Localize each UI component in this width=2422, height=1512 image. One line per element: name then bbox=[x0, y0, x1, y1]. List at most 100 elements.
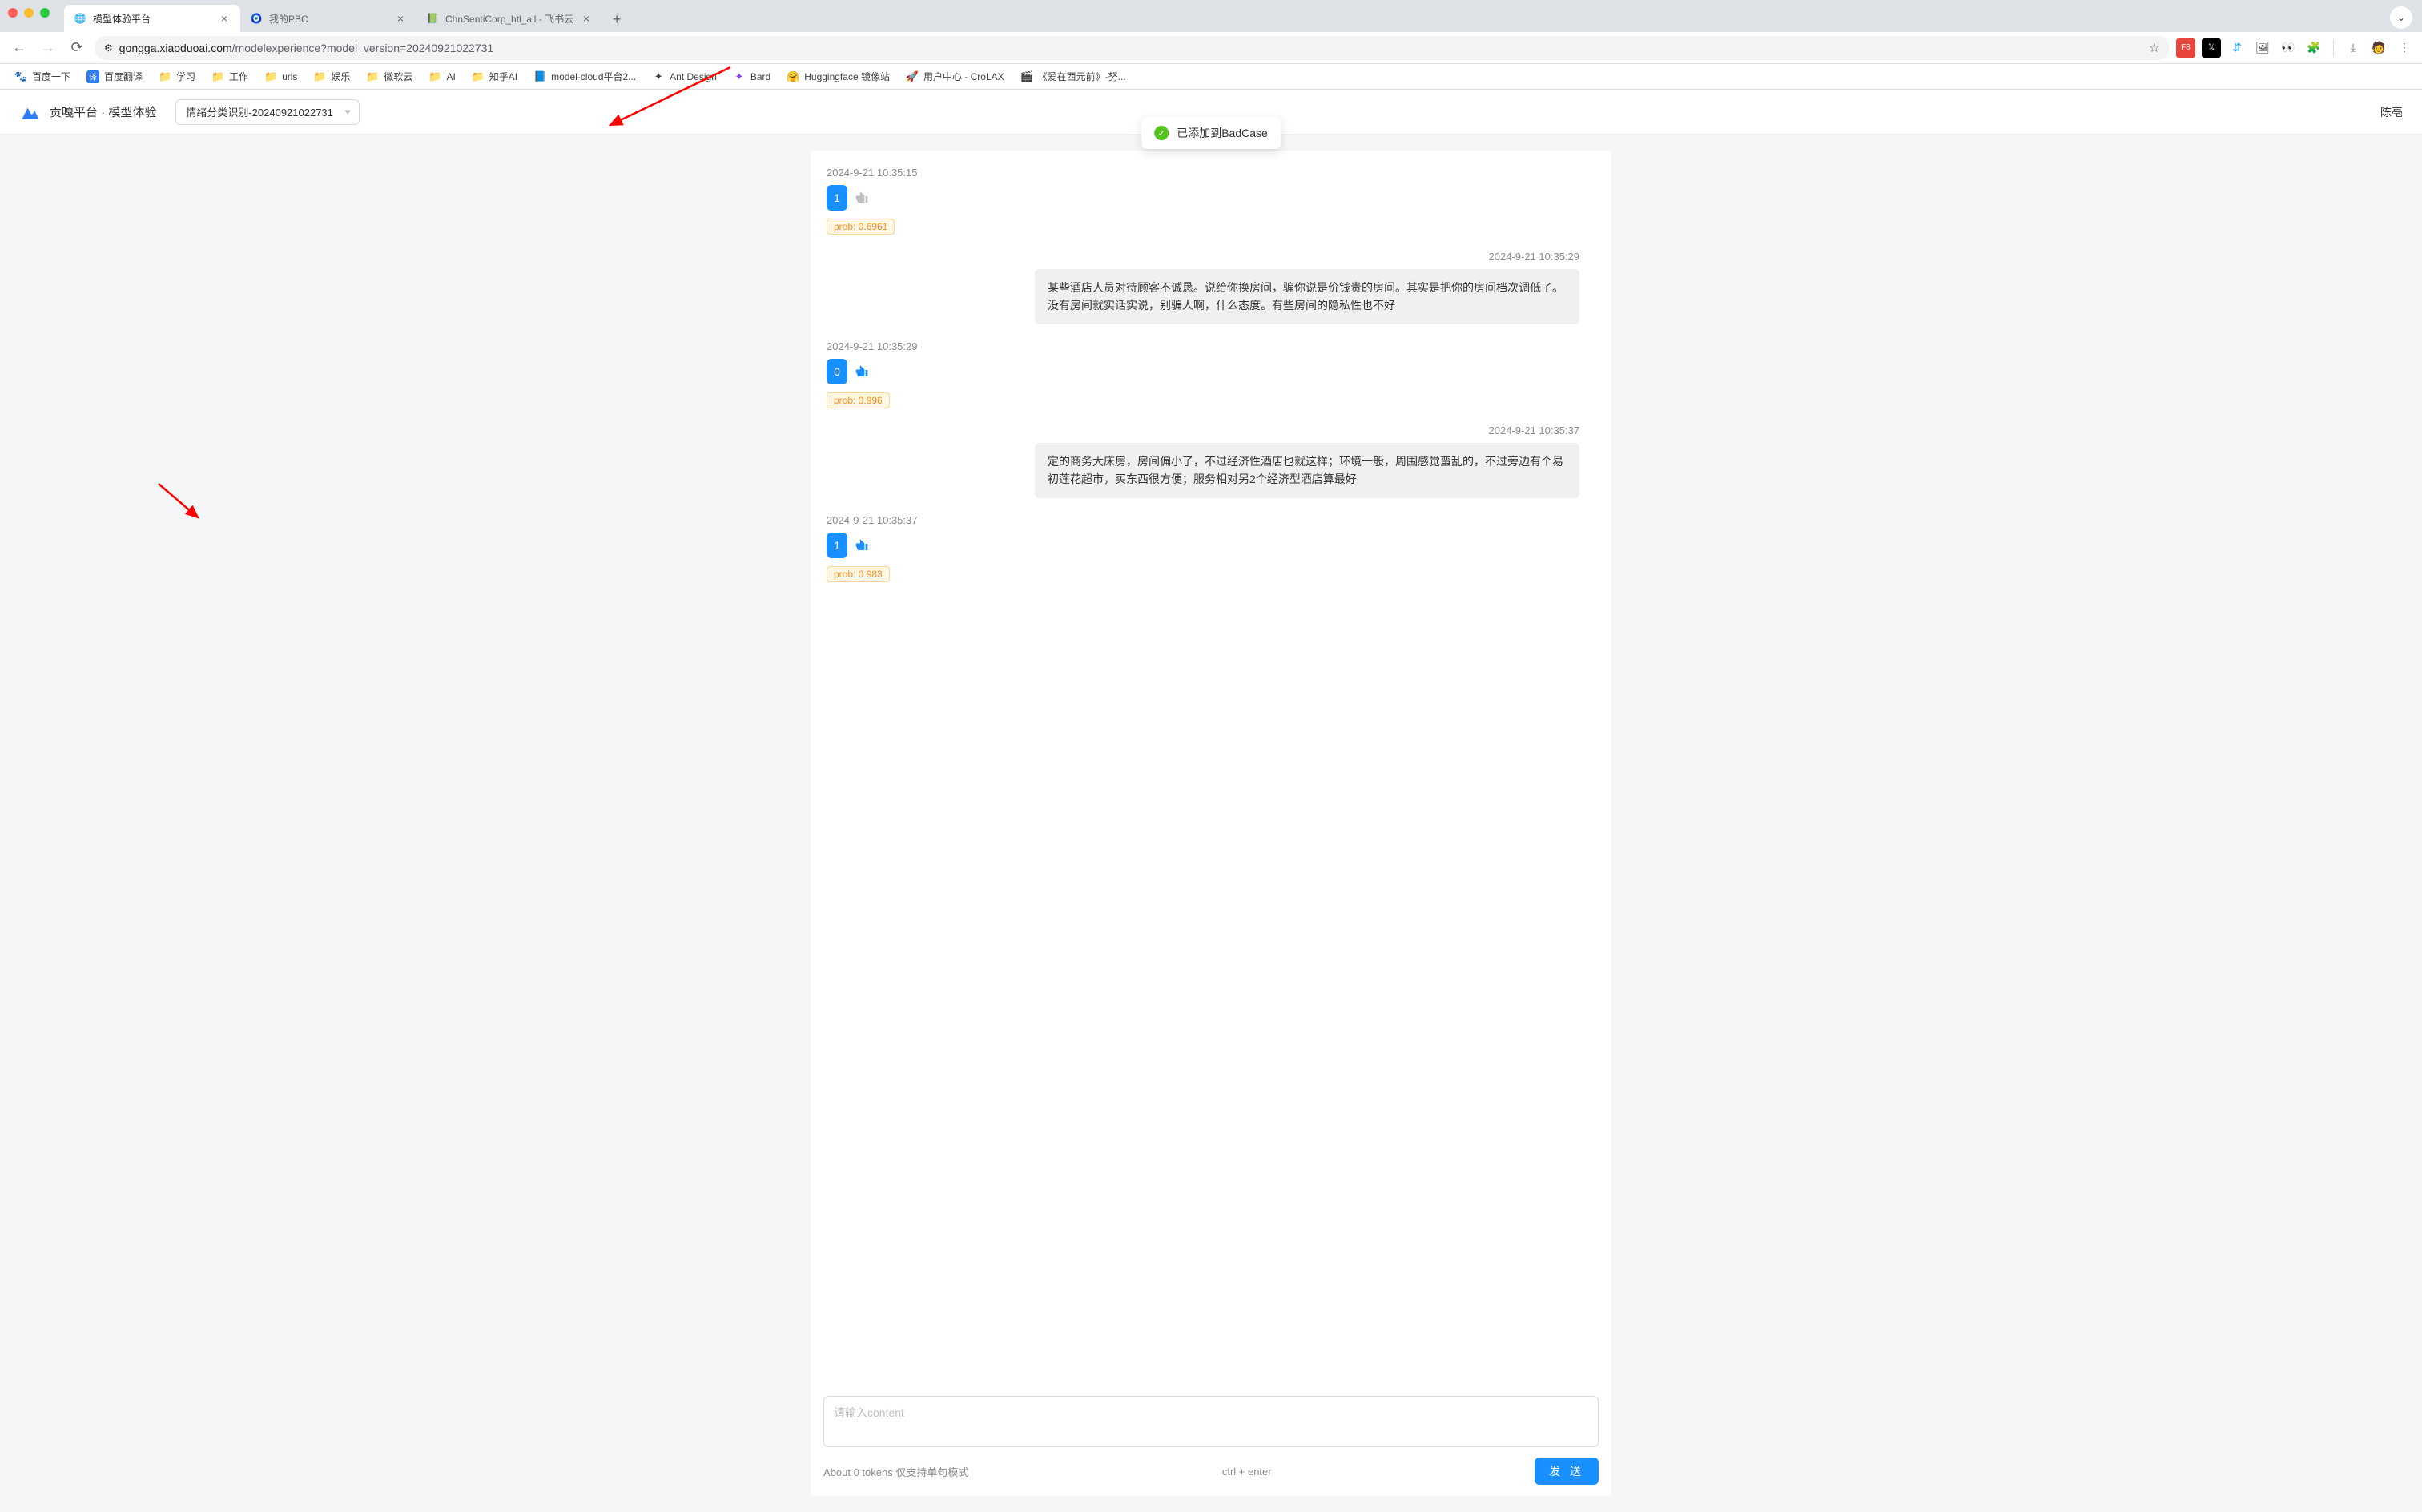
favicon-icon: 📗 bbox=[426, 12, 439, 25]
extension-icon[interactable]: ⇵ bbox=[2227, 38, 2247, 58]
result-message: 2024-9-21 10:35:290prob: 0.996 bbox=[827, 340, 1579, 408]
bookmark-item[interactable]: 📁 urls bbox=[258, 67, 304, 86]
star-icon[interactable]: ☆ bbox=[2149, 40, 2160, 56]
address-bar-row: ← → ⟳ ⚙ gongga.xiaoduoai.com/modelexperi… bbox=[0, 32, 2422, 64]
bookmark-icon: 📘 bbox=[533, 70, 546, 83]
bookmark-label: 知乎AI bbox=[489, 70, 517, 83]
bookmark-label: 娱乐 bbox=[331, 70, 350, 83]
chat-scroll[interactable]: 2024-9-21 10:35:151prob: 0.69612024-9-21… bbox=[811, 151, 1611, 1388]
tab-close-icon[interactable]: × bbox=[218, 12, 231, 25]
result-row: 0 bbox=[827, 359, 1579, 384]
message-timestamp: 2024-9-21 10:35:15 bbox=[827, 167, 1579, 179]
token-hint: About 0 tokens 仅支持单句模式 bbox=[823, 1464, 968, 1479]
browser-tab-1[interactable]: 🧿 我的PBC × bbox=[240, 5, 416, 32]
result-message: 2024-9-21 10:35:151prob: 0.6961 bbox=[827, 167, 1579, 235]
bookmark-icon: 🎬 bbox=[1020, 70, 1033, 83]
chrome-menu-icon[interactable]: ⋮ bbox=[2395, 38, 2414, 58]
chat-container: 2024-9-21 10:35:151prob: 0.69612024-9-21… bbox=[811, 151, 1611, 1496]
bookmark-item[interactable]: 🎬 《爱在西元前》-努... bbox=[1014, 66, 1133, 86]
bookmark-label: urls bbox=[282, 71, 297, 82]
thumbs-down-icon[interactable] bbox=[855, 365, 868, 378]
result-value-badge: 1 bbox=[827, 185, 847, 211]
message-timestamp: 2024-9-21 10:35:37 bbox=[827, 424, 1579, 436]
probability-tag: prob: 0.996 bbox=[827, 392, 890, 408]
result-value-badge: 1 bbox=[827, 533, 847, 558]
model-select-dropdown[interactable]: 情绪分类识别-20240921022731 bbox=[175, 99, 360, 125]
bookmark-label: 百度翻译 bbox=[104, 70, 143, 83]
thumbs-down-icon[interactable] bbox=[855, 539, 868, 552]
send-button[interactable]: 发 送 bbox=[1535, 1458, 1599, 1485]
bookmark-icon: 🐾 bbox=[14, 70, 27, 83]
new-tab-button[interactable]: + bbox=[606, 8, 628, 30]
bookmark-item[interactable]: 译百度翻译 bbox=[80, 66, 149, 86]
bookmark-label: 《爱在西元前》-努... bbox=[1038, 70, 1126, 83]
tab-close-icon[interactable]: × bbox=[580, 12, 593, 25]
result-message: 2024-9-21 10:35:37 1 prob: 0.983 bbox=[827, 514, 1579, 582]
nav-back-button[interactable]: ← bbox=[8, 37, 30, 59]
nav-forward-button[interactable]: → bbox=[37, 37, 59, 59]
input-area: About 0 tokens 仅支持单句模式 ctrl + enter 发 送 bbox=[811, 1388, 1611, 1496]
bookmark-item[interactable]: 📁微软云 bbox=[360, 66, 419, 86]
window-minimize-button[interactable] bbox=[24, 8, 34, 18]
toast-notification: ✓ 已添加到BadCase bbox=[1141, 117, 1281, 149]
bookmark-label: 微软云 bbox=[384, 70, 412, 83]
extensions-menu-icon[interactable]: 🧩 bbox=[2304, 38, 2323, 58]
thumbs-down-icon[interactable] bbox=[855, 191, 868, 204]
bookmark-item[interactable]: 🚀用户中心 - CroLAX bbox=[899, 66, 1011, 86]
tab-title: 我的PBC bbox=[269, 12, 388, 26]
site-settings-icon[interactable]: ⚙ bbox=[104, 42, 113, 54]
user-bubble: 定的商务大床房，房间偏小了，不过经济性酒店也就这样；环境一般，周围感觉蛮乱的，不… bbox=[1035, 443, 1579, 498]
bookmark-icon: 📁 bbox=[472, 70, 485, 83]
favicon-icon: 🧿 bbox=[250, 12, 263, 25]
shortcut-hint: ctrl + enter bbox=[1222, 1466, 1272, 1478]
message-timestamp: 2024-9-21 10:35:37 bbox=[827, 514, 1579, 526]
bookmark-item[interactable]: 📁娱乐 bbox=[307, 66, 356, 86]
toast-text: 已添加到BadCase bbox=[1177, 125, 1268, 141]
extension-icon[interactable]: F8 bbox=[2176, 38, 2195, 58]
window-close-button[interactable] bbox=[8, 8, 18, 18]
bookmark-label: Huggingface 镜像站 bbox=[804, 70, 890, 83]
bookmark-icon: 📁 bbox=[264, 70, 277, 83]
annotation-arrow-2 bbox=[154, 479, 210, 527]
extension-icon[interactable]: 🖼 bbox=[2253, 38, 2272, 58]
annotation-arrow-1 bbox=[602, 62, 738, 135]
window-controls bbox=[8, 8, 50, 18]
tab-title: ChnSentiCorp_htl_all - 飞书云 bbox=[445, 12, 573, 26]
bookmark-icon: 📁 bbox=[211, 70, 224, 83]
tab-overflow-button[interactable]: ⌄ bbox=[2390, 6, 2412, 29]
bookmark-icon: 译 bbox=[86, 70, 99, 83]
bookmark-icon: 📁 bbox=[159, 70, 171, 83]
extension-icon[interactable]: 👀 bbox=[2279, 38, 2298, 58]
bookmark-icon: 🚀 bbox=[906, 70, 919, 83]
result-row: 1 bbox=[827, 185, 1579, 211]
bookmark-label: 百度一下 bbox=[32, 70, 70, 83]
browser-tab-0[interactable]: 🌐 模型体验平台 × bbox=[64, 5, 240, 32]
message-timestamp: 2024-9-21 10:35:29 bbox=[827, 251, 1579, 263]
model-select-value: 情绪分类识别-20240921022731 bbox=[186, 104, 333, 119]
window-maximize-button[interactable] bbox=[40, 8, 50, 18]
app-logo-icon bbox=[19, 101, 42, 123]
extension-icon[interactable]: 𝕏 bbox=[2202, 38, 2221, 58]
browser-tab-2[interactable]: 📗 ChnSentiCorp_htl_all - 飞书云 × bbox=[416, 5, 602, 32]
bookmark-label: Bard bbox=[750, 71, 770, 82]
url-host: gongga.xiaoduoai.com bbox=[119, 42, 232, 54]
bookmark-item[interactable]: 📁学习 bbox=[152, 66, 202, 86]
profile-avatar[interactable]: 🧑 bbox=[2369, 38, 2388, 58]
bookmark-item[interactable]: 📁 知乎AI bbox=[465, 66, 524, 86]
url-path: /modelexperience?model_version=202409210… bbox=[232, 42, 494, 54]
app-title: 贡嘎平台 · 模型体验 bbox=[50, 103, 156, 120]
bookmark-item[interactable]: 📁工作 bbox=[205, 66, 255, 86]
chat-input[interactable] bbox=[823, 1396, 1599, 1447]
download-icon[interactable]: ⤓ bbox=[2344, 38, 2363, 58]
bookmark-item[interactable]: 📁AI bbox=[422, 67, 461, 86]
tab-close-icon[interactable]: × bbox=[394, 12, 407, 25]
nav-reload-button[interactable]: ⟳ bbox=[66, 37, 88, 59]
bookmark-item[interactable]: 🤗 Huggingface 镜像站 bbox=[780, 66, 896, 86]
user-name[interactable]: 陈亳 bbox=[2380, 104, 2403, 120]
probability-tag: prob: 0.983 bbox=[827, 566, 890, 582]
omnibox[interactable]: ⚙ gongga.xiaoduoai.com/modelexperience?m… bbox=[95, 36, 2170, 60]
bookmark-item[interactable]: 🐾 百度一下 bbox=[8, 66, 77, 86]
bookmark-icon: 🤗 bbox=[787, 70, 799, 83]
user-message: 2024-9-21 10:35:29某些酒店人员对待顾客不诚恳。说给你换房间，骗… bbox=[827, 251, 1579, 324]
user-message: 2024-9-21 10:35:37 定的商务大床房，房间偏小了，不过经济性酒店也… bbox=[827, 424, 1579, 498]
